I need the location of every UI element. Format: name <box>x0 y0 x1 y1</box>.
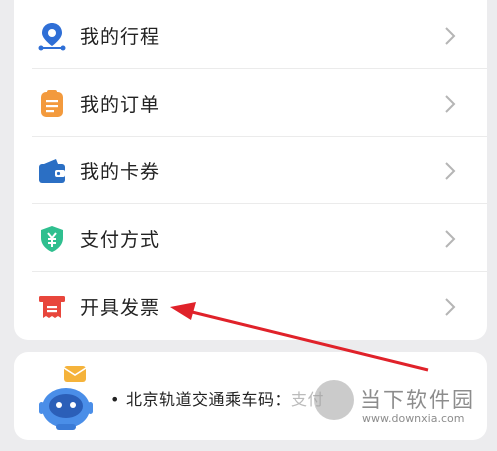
payment-shield-icon <box>38 225 66 253</box>
menu-item-label: 支付方式 <box>80 229 161 251</box>
chevron-right-icon <box>445 229 456 248</box>
menu-item-label: 开具发票 <box>80 297 161 319</box>
watermark: 当下软件园 www.downxia.com <box>300 366 490 430</box>
watermark-logo-icon <box>314 380 354 420</box>
invoice-icon <box>38 293 66 321</box>
menu-item-my-trips[interactable]: 我的行程 <box>14 2 487 69</box>
divider <box>32 271 487 272</box>
wallet-icon <box>38 157 66 185</box>
menu-item-label: 我的订单 <box>80 94 161 116</box>
menu-item-my-orders[interactable]: 我的订单 <box>14 70 487 137</box>
menu-item-my-coupons[interactable]: 我的卡券 <box>14 137 487 204</box>
menu-card: 我的行程 我的订单 我的卡券 支付方式 开具发票 <box>14 0 487 340</box>
watermark-url: www.downxia.com <box>362 412 465 425</box>
robot-mascot-icon <box>39 366 93 430</box>
chevron-right-icon <box>445 26 456 45</box>
metro-card-label: 北京轨道交通乘车码： <box>125 390 291 409</box>
menu-item-label: 我的卡券 <box>80 161 161 183</box>
chevron-right-icon <box>445 94 456 113</box>
watermark-title: 当下软件园 <box>360 388 475 412</box>
order-clipboard-icon <box>38 89 66 118</box>
divider <box>32 68 487 69</box>
menu-item-issue-invoice[interactable]: 开具发票 <box>14 273 487 340</box>
metro-card-text: • 北京轨道交通乘车码：支付 <box>110 386 324 410</box>
location-pin-icon <box>38 22 66 50</box>
page: 我的行程 我的订单 我的卡券 支付方式 开具发票 • 北京轨道交通乘车码：支付 … <box>0 0 497 451</box>
bullet: • <box>110 390 120 409</box>
menu-item-label: 我的行程 <box>80 26 161 48</box>
divider <box>32 203 487 204</box>
chevron-right-icon <box>445 161 456 180</box>
menu-item-payment-methods[interactable]: 支付方式 <box>14 205 487 272</box>
chevron-right-icon <box>445 297 456 316</box>
